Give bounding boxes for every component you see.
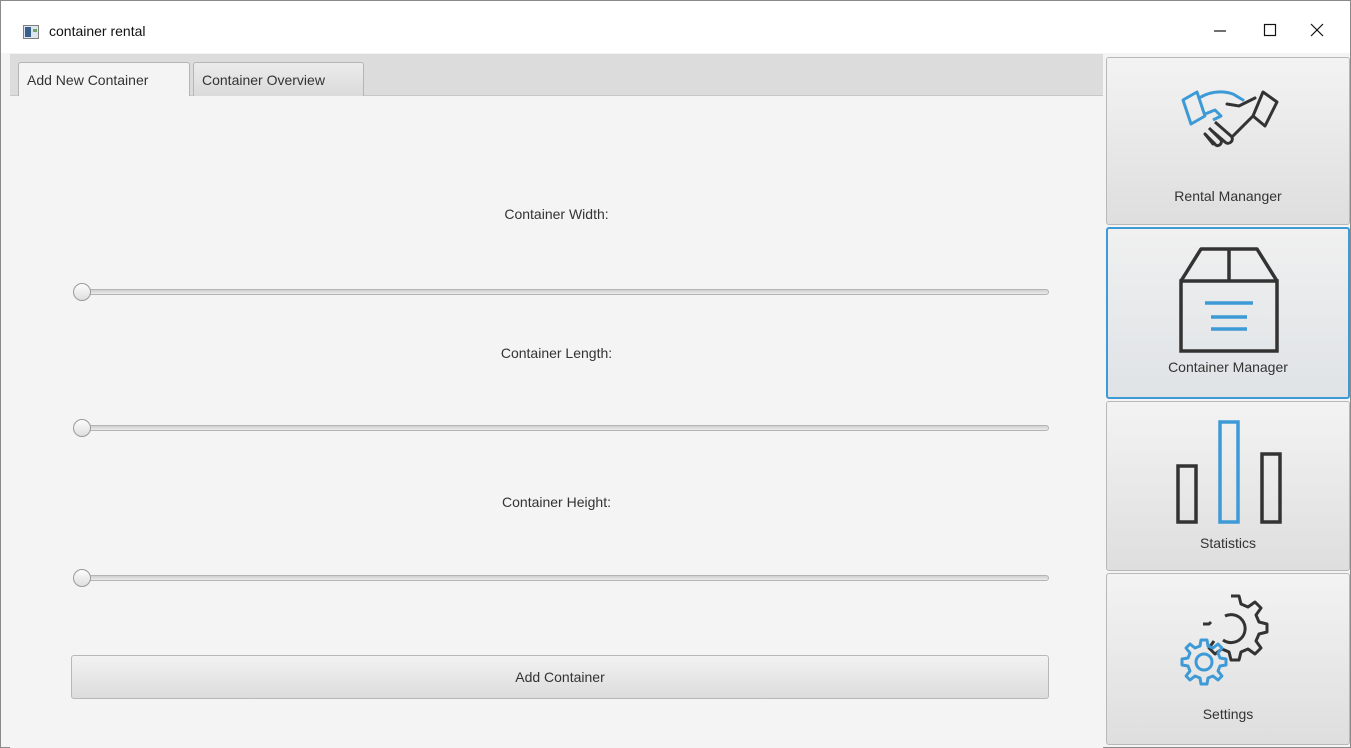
container-length-label: Container Length: bbox=[500, 345, 613, 361]
container-height-label: Container Height: bbox=[502, 494, 611, 510]
close-icon bbox=[1310, 23, 1324, 37]
handshake-icon bbox=[1181, 90, 1279, 148]
minimize-icon bbox=[1214, 30, 1226, 32]
add-container-panel: Container Width: Container Length: Conta… bbox=[10, 96, 1103, 748]
nav-container-manager-label: Container Manager bbox=[1168, 359, 1288, 375]
slider-track[interactable] bbox=[79, 575, 1049, 581]
container-width-slider[interactable] bbox=[73, 281, 1049, 303]
title-bar[interactable]: container rental bbox=[1, 1, 1350, 53]
minimize-button[interactable] bbox=[1197, 15, 1243, 45]
maximize-button[interactable] bbox=[1247, 15, 1293, 45]
nav-rental-manager-button[interactable]: Rental Mananger bbox=[1106, 57, 1350, 225]
nav-statistics-label: Statistics bbox=[1199, 535, 1256, 551]
nav-settings-label: Settings bbox=[1202, 706, 1254, 722]
slider-thumb[interactable] bbox=[73, 569, 91, 587]
close-button[interactable] bbox=[1294, 15, 1340, 45]
tab-container-overview[interactable]: Container Overview bbox=[193, 62, 364, 96]
nav-settings-button[interactable]: Settings bbox=[1106, 573, 1350, 745]
slider-track[interactable] bbox=[79, 289, 1049, 295]
slider-track[interactable] bbox=[79, 425, 1049, 431]
app-window: container rental Add New Container Conta… bbox=[0, 0, 1351, 748]
nav-container-manager-button[interactable]: Container Manager bbox=[1106, 227, 1350, 399]
app-icon bbox=[23, 25, 39, 39]
nav-rental-manager-label: Rental Mananger bbox=[1174, 188, 1282, 204]
window-title: container rental bbox=[49, 23, 146, 39]
slider-thumb[interactable] bbox=[73, 419, 91, 437]
maximize-icon bbox=[1263, 23, 1277, 37]
gears-icon bbox=[1180, 594, 1269, 686]
box-icon bbox=[1179, 247, 1279, 353]
container-width-label: Container Width: bbox=[504, 206, 609, 222]
add-container-button[interactable]: Add Container bbox=[71, 655, 1049, 699]
nav-statistics-button[interactable]: Statistics bbox=[1106, 401, 1350, 571]
container-height-slider[interactable] bbox=[73, 567, 1049, 589]
container-length-slider[interactable] bbox=[73, 417, 1049, 439]
tab-add-new-container[interactable]: Add New Container bbox=[18, 62, 190, 97]
tab-strip: Add New Container Container Overview bbox=[10, 54, 1103, 97]
bar-chart-icon bbox=[1176, 420, 1282, 524]
slider-thumb[interactable] bbox=[73, 283, 91, 301]
